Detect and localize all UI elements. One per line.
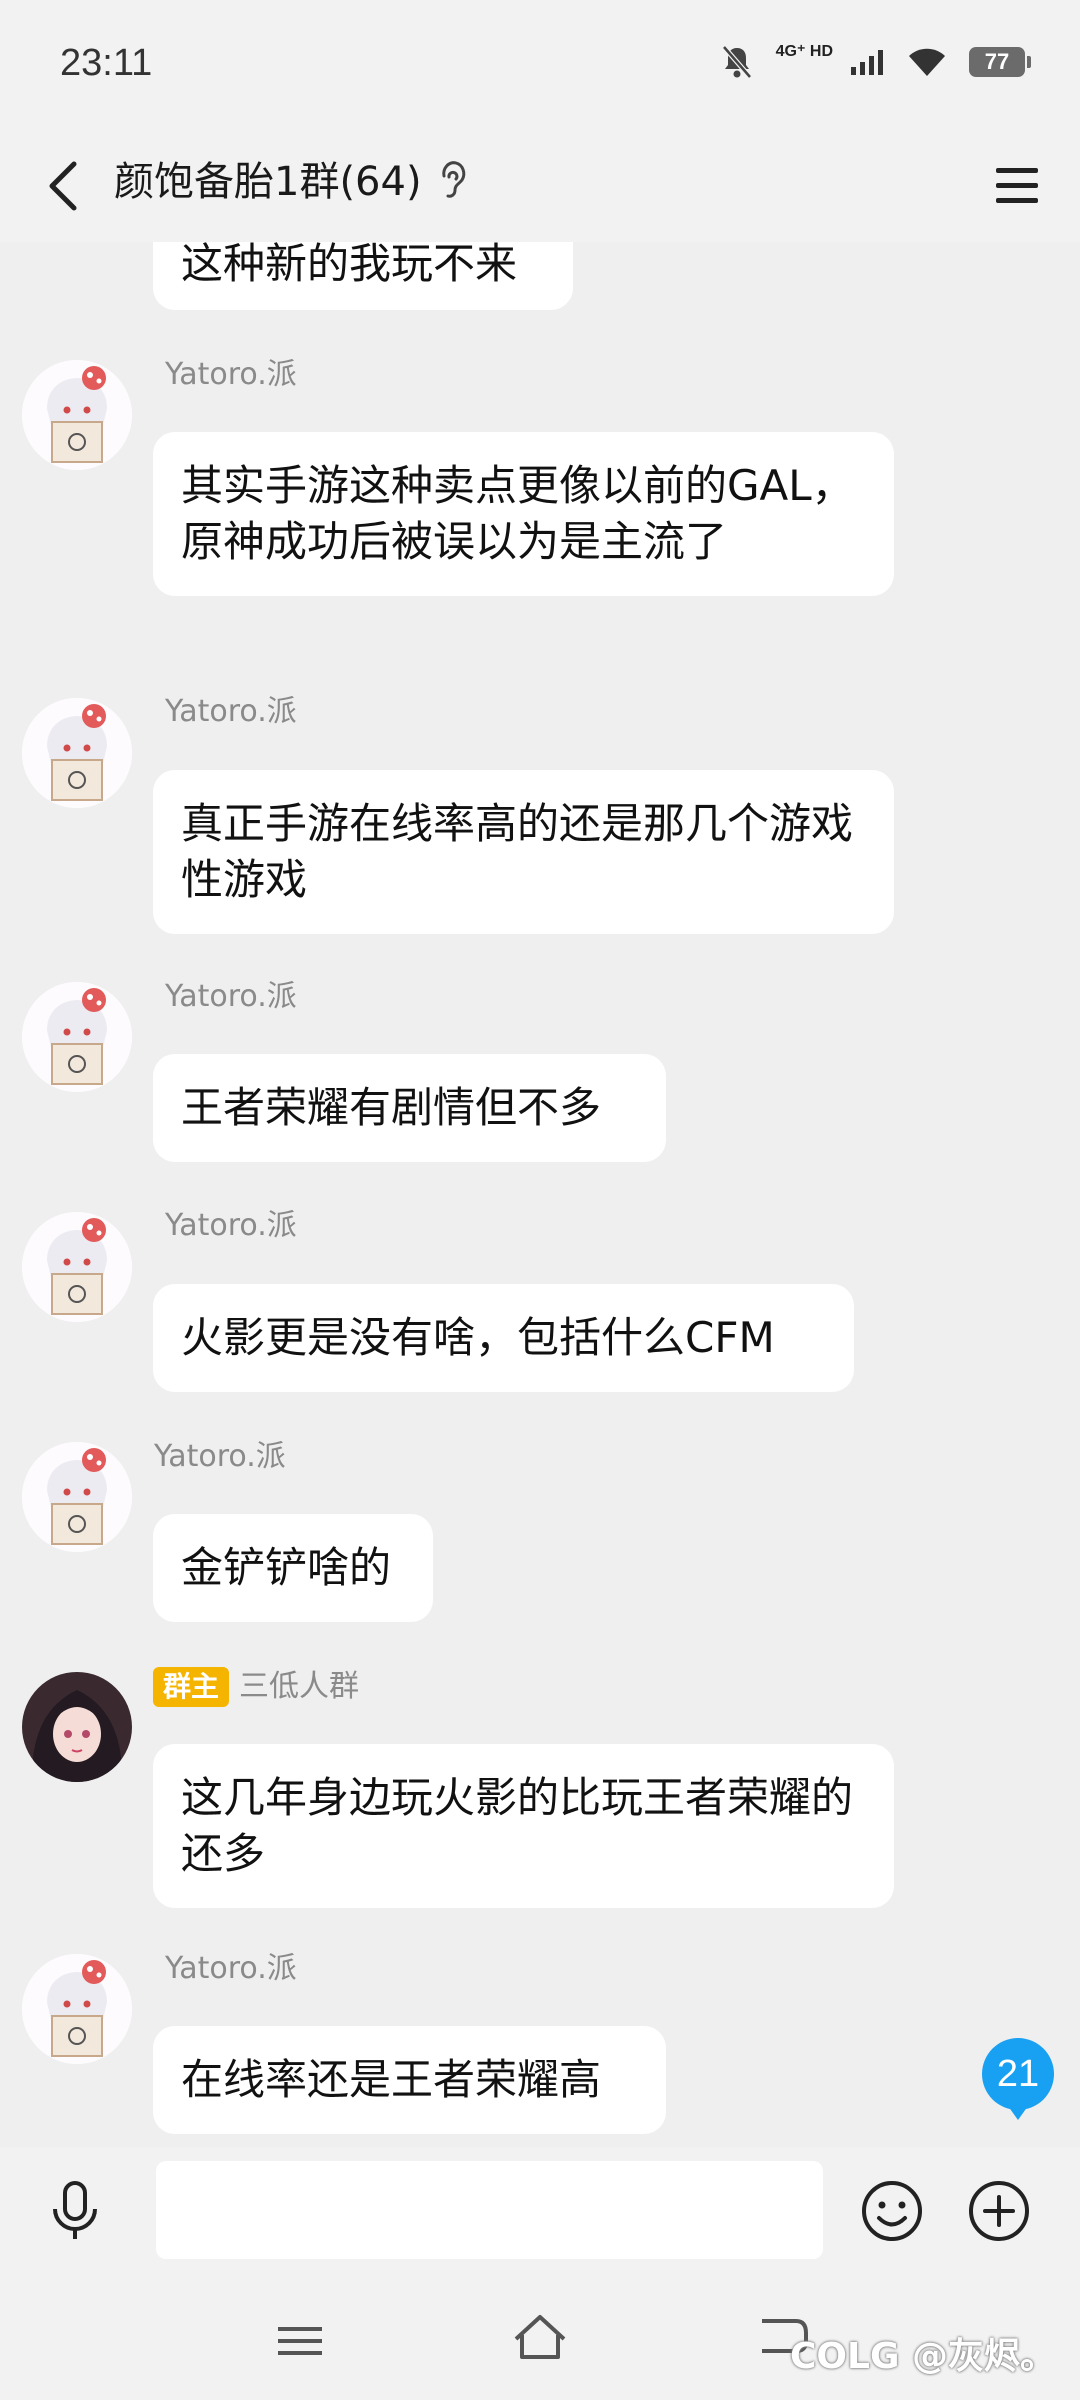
sender-name-text: Yatoro.派 [154, 1439, 286, 1474]
sender-name-text: 三低人群 [239, 1669, 360, 1704]
avatar[interactable] [22, 982, 132, 1092]
battery-indicator: 77 [969, 47, 1031, 77]
message-bubble[interactable]: 这几年身边玩火影的比玩王者荣耀的还多 [153, 1744, 894, 1908]
message-bubble[interactable]: 这种新的我玩不来 [153, 242, 573, 310]
sender-name[interactable]: 群主 三低人群 [153, 1667, 359, 1707]
avatar[interactable] [22, 1442, 132, 1552]
home-icon[interactable] [508, 2307, 572, 2371]
avatar-anime-girl-icon [22, 1954, 132, 2064]
chat-header: 颜饱备胎1群(64) [0, 130, 1080, 242]
sender-name[interactable]: Yatoro.派 [165, 355, 297, 395]
avatar-dark-hair-girl-icon [22, 1672, 132, 1782]
sender-name[interactable]: Yatoro.派 [165, 692, 297, 732]
message-bubble[interactable]: 金铲铲啥的 [153, 1514, 433, 1622]
status-icons: 4G⁺ HD 77 [720, 43, 1031, 80]
add-icon[interactable] [963, 2175, 1035, 2247]
menu-icon[interactable] [982, 150, 1052, 220]
watermark: COLG @灰烬。 [790, 2336, 1057, 2377]
sender-name-text: Yatoro.派 [165, 1951, 297, 1986]
unread-count-badge[interactable]: 21 [982, 2038, 1054, 2120]
system-navigation-bar: COLG @灰烬。 [0, 2277, 1080, 2400]
network-label: 4G⁺ HD [775, 43, 833, 60]
sender-name-text: Yatoro.派 [165, 694, 297, 729]
avatar[interactable] [22, 698, 132, 808]
wifi-icon [909, 48, 945, 76]
message-input[interactable] [156, 2161, 823, 2259]
sender-name[interactable]: Yatoro.派 [154, 1437, 286, 1477]
avatar[interactable] [22, 1954, 132, 2064]
status-bar: 23:11 4G⁺ HD 77 [0, 0, 1080, 130]
ear-icon[interactable] [438, 160, 468, 204]
microphone-icon[interactable] [40, 2177, 110, 2247]
avatar-anime-girl-icon [22, 1212, 132, 1322]
sender-name[interactable]: Yatoro.派 [165, 1949, 297, 1989]
message-bubble[interactable]: 在线率还是王者荣耀高 [153, 2026, 666, 2134]
input-bar [0, 2147, 1080, 2277]
sender-name[interactable]: Yatoro.派 [165, 1206, 297, 1246]
signal-icon [851, 50, 883, 75]
back-arrow-icon[interactable] [32, 146, 102, 226]
message-bubble[interactable]: 真正手游在线率高的还是那几个游戏性游戏 [153, 770, 894, 934]
status-time: 23:11 [60, 42, 153, 84]
sender-name-text: Yatoro.派 [165, 357, 297, 392]
message-bubble[interactable]: 火影更是没有啥，包括什么CFM [153, 1284, 854, 1392]
message-bubble[interactable]: 其实手游这种卖点更像以前的GAL，原神成功后被误以为是主流了 [153, 432, 894, 596]
owner-badge: 群主 [153, 1667, 230, 1707]
avatar[interactable] [22, 1212, 132, 1322]
avatar[interactable] [22, 360, 132, 470]
recent-apps-icon[interactable] [272, 2313, 328, 2369]
avatar-anime-girl-icon [22, 360, 132, 470]
avatar-anime-girl-icon [22, 982, 132, 1092]
sender-name-text: Yatoro.派 [165, 1208, 297, 1243]
sender-name-text: Yatoro.派 [165, 979, 297, 1014]
sender-name[interactable]: Yatoro.派 [165, 977, 297, 1017]
emoji-icon[interactable] [856, 2175, 928, 2247]
message-list[interactable]: 这种新的我玩不来 Yatoro.派 其实手游这种卖点更像以前的GAL，原神成功后… [0, 242, 1080, 2147]
chat-title[interactable]: 颜饱备胎1群(64) [114, 152, 422, 212]
avatar-anime-girl-icon [22, 698, 132, 808]
avatar[interactable] [22, 1672, 132, 1782]
message-bubble[interactable]: 王者荣耀有剧情但不多 [153, 1054, 666, 1162]
mute-bell-icon [721, 45, 752, 79]
avatar-anime-girl-icon [22, 1442, 132, 1552]
